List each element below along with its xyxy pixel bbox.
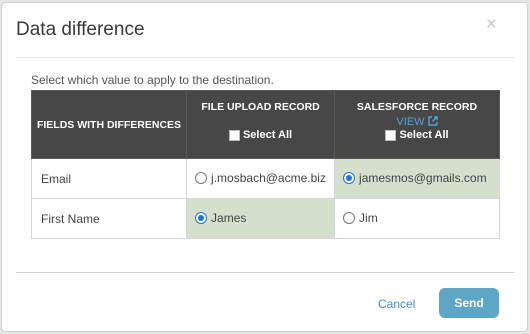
file-upload-value: James — [211, 210, 247, 225]
row-field-name: Email — [30, 158, 188, 199]
row-file-upload-cell[interactable]: j.mosbach@acme.biz — [186, 158, 336, 199]
table-header-row: FIELDS WITH DIFFERENCES FILE UPLOAD RECO… — [30, 90, 500, 159]
header-fields: FIELDS WITH DIFFERENCES — [30, 90, 188, 159]
header-divider — [16, 57, 514, 58]
select-all-salesforce[interactable]: Select All — [385, 129, 449, 141]
table-body: Email j.mosbach@acme.biz jamesmos@gmails… — [30, 158, 500, 239]
salesforce-value: jamesmos@gmails.com — [359, 170, 487, 185]
salesforce-value: Jim — [359, 210, 378, 225]
send-button[interactable]: Send — [439, 288, 499, 318]
file-upload-radio[interactable] — [195, 171, 208, 184]
row-file-upload-cell[interactable]: James — [186, 198, 336, 239]
salesforce-option[interactable]: jamesmos@gmails.com — [343, 171, 487, 185]
data-difference-dialog: Data difference × Select which value to … — [1, 2, 528, 332]
dialog-title: Data difference — [16, 19, 145, 40]
select-all-salesforce-checkbox[interactable] — [385, 129, 397, 141]
select-all-file-upload-label: Select All — [242, 129, 293, 141]
header-salesforce-label: SALESFORCE RECORD — [356, 101, 478, 113]
header-file-upload: FILE UPLOAD RECORD Select All — [186, 90, 336, 159]
file-upload-option[interactable]: James — [195, 211, 246, 225]
file-upload-value: j.mosbach@acme.biz — [211, 170, 326, 185]
salesforce-radio[interactable] — [343, 171, 356, 184]
close-icon[interactable]: × — [486, 15, 497, 34]
file-upload-option[interactable]: j.mosbach@acme.biz — [195, 171, 326, 185]
salesforce-radio[interactable] — [343, 211, 356, 224]
footer-divider — [16, 272, 514, 273]
external-link-icon — [427, 116, 438, 126]
cancel-button[interactable]: Cancel — [378, 297, 415, 311]
select-all-salesforce-label: Select All — [399, 129, 449, 141]
row-salesforce-cell[interactable]: jamesmos@gmails.com — [334, 158, 500, 199]
row-salesforce-cell[interactable]: Jim — [334, 198, 500, 239]
header-salesforce: SALESFORCE RECORD VIEW Select All — [334, 90, 500, 159]
dialog-header: Data difference × — [2, 3, 527, 57]
salesforce-option[interactable]: Jim — [343, 211, 378, 225]
view-link-label: VIEW — [396, 116, 425, 128]
file-upload-radio[interactable] — [195, 211, 208, 224]
select-all-file-upload-checkbox[interactable] — [228, 129, 240, 141]
row-field-name: First Name — [30, 198, 188, 239]
select-all-file-upload[interactable]: Select All — [228, 129, 293, 141]
table-row: First Name James Jim — [30, 198, 500, 239]
table-row: Email j.mosbach@acme.biz jamesmos@gmails… — [30, 158, 500, 199]
header-file-upload-label: FILE UPLOAD RECORD — [201, 101, 320, 113]
view-salesforce-link[interactable]: VIEW — [335, 116, 499, 128]
instruction-text: Select which value to apply to the desti… — [31, 73, 274, 87]
differences-table: FIELDS WITH DIFFERENCES FILE UPLOAD RECO… — [30, 90, 500, 239]
